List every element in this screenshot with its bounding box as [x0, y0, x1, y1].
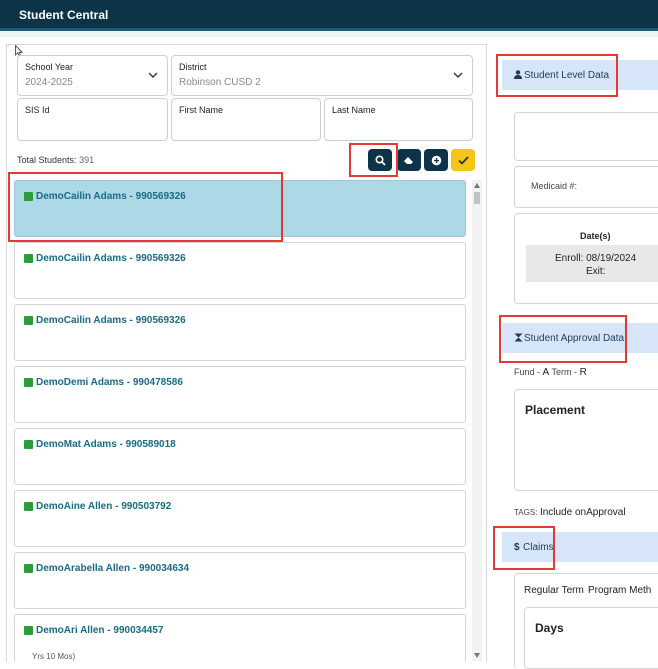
app-title: Student Central: [19, 8, 109, 22]
chevron-down-icon: [453, 72, 463, 78]
school-year-value: 2024-2025: [25, 77, 73, 88]
confirm-button[interactable]: [451, 149, 475, 171]
program-method-label: Program Meth: [588, 585, 652, 596]
plus-circle-icon: [431, 155, 441, 165]
student-name: DemoCailin Adams - 990569326: [36, 315, 186, 326]
dates-cell: Enroll: 08/19/2024 Exit:: [526, 245, 658, 282]
school-year-select[interactable]: School Year 2024-2025: [17, 55, 168, 96]
student-card[interactable]: DemoAine Allen - 990503792: [14, 490, 466, 547]
term-value: R: [579, 367, 587, 378]
first-name-label: First Name: [179, 105, 224, 115]
top-bar: Student Central: [0, 0, 658, 31]
checkbox-icon: [24, 378, 33, 387]
fund-value: A: [542, 367, 550, 378]
placement-box: Placement: [514, 389, 658, 491]
fund-term: Fund - A Term - R: [514, 367, 587, 378]
checkbox-icon: [24, 440, 33, 449]
tags: TAGS: Include onApproval: [514, 507, 626, 518]
student-name: DemoAine Allen - 990503792: [36, 501, 172, 512]
checkbox-icon: [24, 626, 33, 635]
student-list-scrollbar[interactable]: [472, 180, 482, 661]
highlight-selected-student: [8, 172, 283, 242]
days-box: Days: [524, 607, 658, 669]
district-select[interactable]: District Robinson CUSD 2: [171, 55, 473, 96]
clear-button[interactable]: [397, 149, 421, 171]
highlight-claims: [493, 526, 555, 570]
checkbox-icon: [24, 254, 33, 263]
sis-id-field[interactable]: SIS Id: [17, 98, 168, 141]
eraser-icon: [404, 157, 413, 164]
dates-box: Date(s) Enroll: 08/19/2024 Exit:: [514, 213, 658, 304]
scroll-up-icon: [474, 183, 480, 188]
highlight-student-approval: [499, 315, 627, 363]
total-students-label: Total Students:: [17, 155, 77, 165]
checkbox-icon: [24, 316, 33, 325]
student-card[interactable]: DemoDemi Adams - 990478586: [14, 366, 466, 423]
total-students-count: 391: [79, 155, 95, 165]
student-name: DemoArabella Allen - 990034634: [36, 563, 190, 574]
student-name: DemoMat Adams - 990589018: [36, 439, 176, 450]
exit-date: Exit:: [586, 266, 606, 277]
student-card[interactable]: DemoAri Allen - 990034457 Yrs 10 Mos): [14, 614, 466, 662]
fund-label: Fund -: [514, 367, 541, 377]
student-card[interactable]: DemoArabella Allen - 990034634: [14, 552, 466, 609]
term-label: Term -: [551, 367, 578, 377]
medicaid-label: Medicaid #:: [531, 181, 578, 191]
highlight-student-level: [496, 54, 618, 97]
claims-box: Regular Term Program Meth Days: [514, 573, 658, 669]
student-name: DemoAri Allen - 990034457: [36, 625, 164, 636]
student-age-partial: Yrs 10 Mos): [32, 652, 76, 661]
highlight-search-button: [349, 143, 398, 177]
scrollbar-thumb[interactable]: [474, 192, 480, 204]
checkbox-icon: [24, 502, 33, 511]
sis-id-label: SIS Id: [25, 105, 50, 115]
scroll-down-icon: [474, 653, 480, 658]
student-card[interactable]: DemoMat Adams - 990589018: [14, 428, 466, 485]
enroll-date: Enroll: 08/19/2024: [555, 253, 637, 264]
tags-value: Include onApproval: [539, 507, 626, 518]
school-year-label: School Year: [25, 62, 74, 72]
days-title: Days: [535, 621, 564, 635]
first-name-field[interactable]: First Name: [171, 98, 321, 141]
student-info-box: [514, 112, 658, 161]
student-name: DemoCailin Adams - 990569326: [36, 253, 186, 264]
medicaid-box: Medicaid #:: [514, 166, 658, 208]
last-name-field[interactable]: Last Name: [324, 98, 473, 141]
add-button[interactable]: [424, 149, 448, 171]
district-label: District: [179, 62, 207, 72]
student-name: DemoDemi Adams - 990478586: [36, 377, 183, 388]
district-value: Robinson CUSD 2: [179, 77, 261, 88]
sub-bar: [0, 31, 658, 37]
last-name-label: Last Name: [332, 105, 376, 115]
chevron-down-icon: [148, 72, 158, 78]
regular-term-label: Regular Term: [524, 585, 584, 596]
tags-label: TAGS:: [514, 508, 538, 517]
student-card[interactable]: DemoCailin Adams - 990569326: [14, 304, 466, 361]
checkbox-icon: [24, 564, 33, 573]
student-card[interactable]: DemoCailin Adams - 990569326: [14, 242, 466, 299]
check-icon: [457, 155, 469, 165]
total-students: Total Students: 391: [17, 155, 94, 165]
placement-title: Placement: [525, 403, 586, 417]
dates-header: Date(s): [580, 231, 611, 241]
